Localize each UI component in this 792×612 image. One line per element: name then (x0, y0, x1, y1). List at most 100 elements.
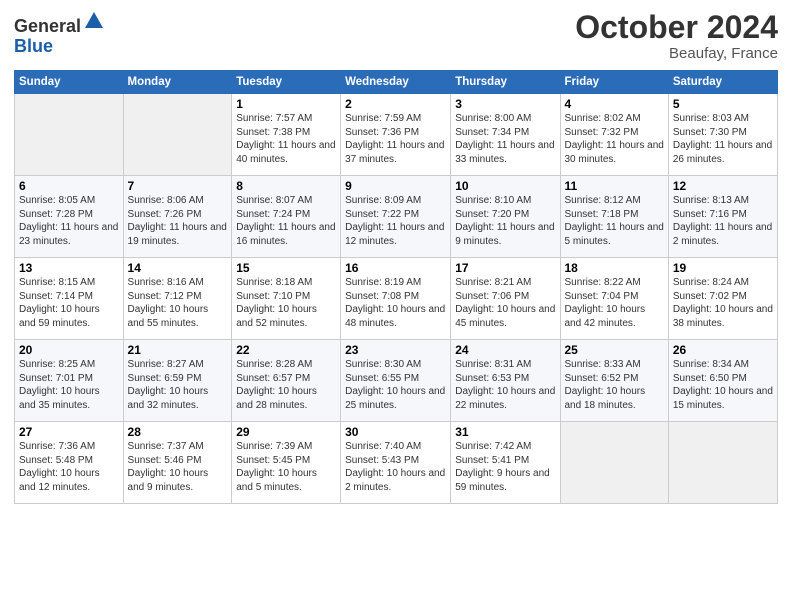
week-row-5: 27Sunrise: 7:36 AMSunset: 5:48 PMDayligh… (15, 422, 778, 504)
day-number: 13 (19, 261, 119, 275)
logo: General Blue (14, 10, 105, 57)
calendar-cell: 15 Sunrise: 8:18 AMSunset: 7:10 PMDayligh… (232, 258, 341, 340)
day-info: Sunrise: 8:07 AMSunset: 7:24 PMDaylight:… (236, 195, 335, 247)
week-row-1: 1 Sunrise: 7:57 AMSunset: 7:38 PMDaylight… (15, 94, 778, 176)
week-row-2: 6 Sunrise: 8:05 AMSunset: 7:28 PMDaylight… (15, 176, 778, 258)
day-info: Sunrise: 7:37 AMSunset: 5:46 PMDaylight:… (128, 441, 209, 493)
col-saturday: Saturday (668, 71, 777, 94)
day-info: Sunrise: 8:25 AMSunset: 7:01 PMDaylight:… (19, 359, 100, 411)
day-number: 5 (673, 97, 773, 111)
col-wednesday: Wednesday (341, 71, 451, 94)
day-number: 18 (565, 261, 664, 275)
calendar-cell: 18 Sunrise: 8:22 AMSunset: 7:04 PMDayligh… (560, 258, 668, 340)
calendar-cell: 3Sunrise: 8:00 AMSunset: 7:34 PMDaylight… (451, 94, 560, 176)
calendar-cell: 7Sunrise: 8:06 AMSunset: 7:26 PMDaylight… (123, 176, 232, 258)
calendar-cell: 23Sunrise: 8:30 AMSunset: 6:55 PMDayligh… (341, 340, 451, 422)
day-number: 30 (345, 425, 446, 439)
calendar-cell (560, 422, 668, 504)
week-row-4: 20 Sunrise: 8:25 AMSunset: 7:01 PMDayligh… (15, 340, 778, 422)
calendar-cell: 6 Sunrise: 8:05 AMSunset: 7:28 PMDaylight… (15, 176, 124, 258)
col-friday: Friday (560, 71, 668, 94)
day-number: 11 (565, 179, 664, 193)
day-info: Sunrise: 7:57 AMSunset: 7:38 PMDaylight:… (236, 113, 335, 165)
day-number: 3 (455, 97, 555, 111)
day-number: 9 (345, 179, 446, 193)
header-row: Sunday Monday Tuesday Wednesday Thursday… (15, 71, 778, 94)
calendar-cell: 5 Sunrise: 8:03 AMSunset: 7:30 PMDaylight… (668, 94, 777, 176)
day-info: Sunrise: 8:28 AMSunset: 6:57 PMDaylight:… (236, 359, 317, 411)
day-number: 8 (236, 179, 336, 193)
day-info: Sunrise: 7:39 AMSunset: 5:45 PMDaylight:… (236, 441, 317, 493)
week-row-3: 13 Sunrise: 8:15 AMSunset: 7:14 PMDayligh… (15, 258, 778, 340)
day-info: Sunrise: 8:18 AMSunset: 7:10 PMDaylight:… (236, 277, 317, 329)
day-number: 22 (236, 343, 336, 357)
day-number: 19 (673, 261, 773, 275)
calendar-cell: 21 Sunrise: 8:27 AMSunset: 6:59 PMDayligh… (123, 340, 232, 422)
day-number: 20 (19, 343, 119, 357)
day-info: Sunrise: 7:40 AMSunset: 5:43 PMDaylight:… (345, 441, 445, 493)
day-number: 17 (455, 261, 555, 275)
day-info: Sunrise: 8:15 AMSunset: 7:14 PMDaylight:… (19, 277, 100, 329)
day-number: 21 (128, 343, 228, 357)
calendar-cell: 11 Sunrise: 8:12 AMSunset: 7:18 PMDayligh… (560, 176, 668, 258)
day-number: 15 (236, 261, 336, 275)
day-info: Sunrise: 8:31 AMSunset: 6:53 PMDaylight:… (455, 359, 555, 411)
col-thursday: Thursday (451, 71, 560, 94)
calendar-table: Sunday Monday Tuesday Wednesday Thursday… (14, 70, 778, 504)
day-info: Sunrise: 8:09 AMSunset: 7:22 PMDaylight:… (345, 195, 444, 247)
day-info: Sunrise: 8:24 AMSunset: 7:02 PMDaylight:… (673, 277, 773, 329)
calendar-cell (123, 94, 232, 176)
day-number: 24 (455, 343, 555, 357)
day-number: 26 (673, 343, 773, 357)
calendar-cell: 16Sunrise: 8:19 AMSunset: 7:08 PMDayligh… (341, 258, 451, 340)
logo-icon (83, 10, 105, 32)
day-info: Sunrise: 8:22 AMSunset: 7:04 PMDaylight:… (565, 277, 646, 329)
calendar-cell: 30 Sunrise: 7:40 AMSunset: 5:43 PMDayligh… (341, 422, 451, 504)
day-info: Sunrise: 8:13 AMSunset: 7:16 PMDaylight:… (673, 195, 772, 247)
col-sunday: Sunday (15, 71, 124, 94)
calendar-cell: 29 Sunrise: 7:39 AMSunset: 5:45 PMDayligh… (232, 422, 341, 504)
main-container: General Blue October 2024 Beaufay, Franc… (0, 0, 792, 512)
calendar-cell: 26Sunrise: 8:34 AMSunset: 6:50 PMDayligh… (668, 340, 777, 422)
day-number: 23 (345, 343, 446, 357)
day-number: 25 (565, 343, 664, 357)
calendar-cell: 31 Sunrise: 7:42 AMSunset: 5:41 PMDayligh… (451, 422, 560, 504)
month-title: October 2024 (575, 10, 778, 45)
calendar-cell: 20 Sunrise: 8:25 AMSunset: 7:01 PMDayligh… (15, 340, 124, 422)
col-tuesday: Tuesday (232, 71, 341, 94)
day-number: 2 (345, 97, 446, 111)
calendar-cell: 17Sunrise: 8:21 AMSunset: 7:06 PMDayligh… (451, 258, 560, 340)
calendar-cell: 2Sunrise: 7:59 AMSunset: 7:36 PMDaylight… (341, 94, 451, 176)
day-number: 1 (236, 97, 336, 111)
day-number: 28 (128, 425, 228, 439)
day-info: Sunrise: 8:27 AMSunset: 6:59 PMDaylight:… (128, 359, 209, 411)
location: Beaufay, France (575, 45, 778, 62)
day-number: 29 (236, 425, 336, 439)
day-info: Sunrise: 8:12 AMSunset: 7:18 PMDaylight:… (565, 195, 664, 247)
calendar-cell: 22 Sunrise: 8:28 AMSunset: 6:57 PMDayligh… (232, 340, 341, 422)
calendar-cell: 25 Sunrise: 8:33 AMSunset: 6:52 PMDayligh… (560, 340, 668, 422)
day-info: Sunrise: 7:42 AMSunset: 5:41 PMDaylight:… (455, 441, 550, 493)
day-number: 6 (19, 179, 119, 193)
header: General Blue October 2024 Beaufay, Franc… (14, 10, 778, 62)
day-number: 4 (565, 97, 664, 111)
day-info: Sunrise: 8:33 AMSunset: 6:52 PMDaylight:… (565, 359, 646, 411)
day-number: 31 (455, 425, 555, 439)
calendar-cell: 14Sunrise: 8:16 AMSunset: 7:12 PMDayligh… (123, 258, 232, 340)
calendar-cell: 8 Sunrise: 8:07 AMSunset: 7:24 PMDaylight… (232, 176, 341, 258)
day-number: 12 (673, 179, 773, 193)
calendar-cell (668, 422, 777, 504)
day-info: Sunrise: 8:19 AMSunset: 7:08 PMDaylight:… (345, 277, 445, 329)
calendar-cell: 12 Sunrise: 8:13 AMSunset: 7:16 PMDayligh… (668, 176, 777, 258)
day-info: Sunrise: 8:03 AMSunset: 7:30 PMDaylight:… (673, 113, 772, 165)
logo-blue: Blue (14, 36, 53, 56)
day-number: 27 (19, 425, 119, 439)
col-monday: Monday (123, 71, 232, 94)
calendar-cell: 9 Sunrise: 8:09 AMSunset: 7:22 PMDaylight… (341, 176, 451, 258)
calendar-cell: 10Sunrise: 8:10 AMSunset: 7:20 PMDayligh… (451, 176, 560, 258)
day-info: Sunrise: 8:02 AMSunset: 7:32 PMDaylight:… (565, 113, 664, 165)
day-info: Sunrise: 8:05 AMSunset: 7:28 PMDaylight:… (19, 195, 118, 247)
calendar-cell: 1 Sunrise: 7:57 AMSunset: 7:38 PMDaylight… (232, 94, 341, 176)
calendar-cell: 24 Sunrise: 8:31 AMSunset: 6:53 PMDayligh… (451, 340, 560, 422)
calendar-cell: 27Sunrise: 7:36 AMSunset: 5:48 PMDayligh… (15, 422, 124, 504)
